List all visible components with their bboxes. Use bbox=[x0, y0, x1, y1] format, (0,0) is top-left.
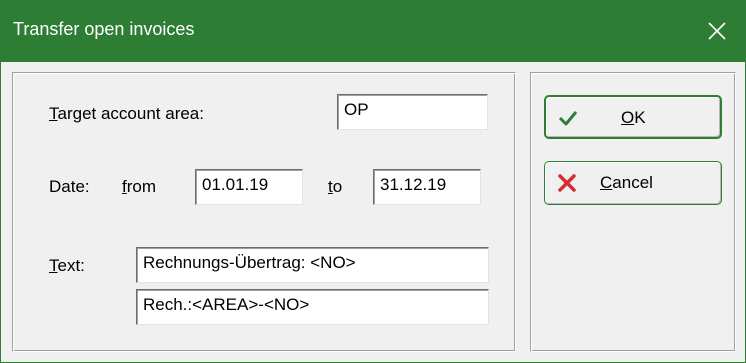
text-line-2-input[interactable]: Rech.:<AREA>-<NO> bbox=[136, 289, 489, 325]
target-label-mnemonic: T bbox=[49, 104, 58, 123]
target-account-area-label: Target account area: bbox=[49, 104, 204, 124]
ok-button[interactable]: OK bbox=[544, 95, 722, 139]
title-bar: Transfer open invoices bbox=[0, 0, 746, 62]
dialog-body: Target account area: OP Date: from 01.01… bbox=[0, 62, 746, 363]
window-title: Transfer open invoices bbox=[13, 19, 195, 39]
cancel-button[interactable]: Cancel bbox=[544, 161, 722, 205]
target-account-area-input[interactable]: OP bbox=[337, 94, 488, 130]
text-line-1-input[interactable]: Rechnungs-Übertrag: <NO> bbox=[136, 247, 489, 283]
text-label-mnemonic: T bbox=[49, 256, 58, 275]
cross-icon bbox=[558, 174, 576, 192]
from-label: from bbox=[122, 177, 156, 197]
from-label-rest: rom bbox=[126, 177, 157, 196]
text-label-rest: ext: bbox=[57, 256, 85, 275]
to-label: to bbox=[328, 177, 342, 197]
to-label-rest: o bbox=[332, 177, 343, 196]
form-group: Target account area: OP Date: from 01.01… bbox=[12, 72, 516, 352]
date-from-input[interactable]: 01.01.19 bbox=[195, 169, 303, 205]
text-label: Text: bbox=[49, 256, 85, 276]
ok-mnemonic: O bbox=[621, 108, 635, 127]
date-to-input[interactable]: 31.12.19 bbox=[373, 169, 481, 205]
checkmark-icon bbox=[558, 111, 578, 126]
close-icon bbox=[708, 22, 726, 40]
cancel-mnemonic: C bbox=[600, 173, 613, 192]
cancel-label: Cancel bbox=[600, 173, 653, 193]
date-label: Date: bbox=[49, 177, 90, 196]
ok-label: OK bbox=[621, 108, 646, 128]
cancel-rest: ancel bbox=[612, 173, 653, 192]
target-label-rest: arget account area: bbox=[57, 104, 204, 123]
ok-rest: K bbox=[634, 108, 646, 127]
close-button[interactable] bbox=[688, 0, 746, 62]
button-group: OK Cancel bbox=[530, 72, 736, 352]
